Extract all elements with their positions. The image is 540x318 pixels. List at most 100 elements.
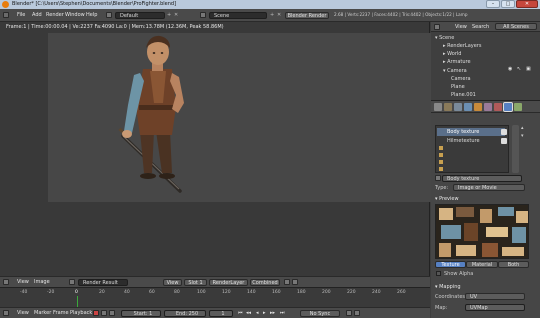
menu-playback[interactable]: Playback: [70, 310, 92, 316]
image-name-field[interactable]: Render Result: [78, 279, 128, 286]
keyframe-insert-icon[interactable]: [354, 310, 360, 316]
selectability-arrow-icon[interactable]: ↖: [517, 66, 521, 72]
timeline-area[interactable]: -40 -20 0 20 40 60 80 100 120 140 160 18…: [0, 287, 430, 308]
menu-marker[interactable]: Marker: [34, 310, 51, 316]
editor-type-icon[interactable]: [3, 279, 9, 285]
render-camera-icon[interactable]: ▣: [526, 66, 531, 72]
texture-slot-selected[interactable]: Body texture: [437, 128, 505, 136]
pin-icon[interactable]: [292, 279, 298, 285]
image-editor-viewport[interactable]: Frame:1 | Time:00:00.04 | Ve:2237 Fa:409…: [0, 22, 432, 276]
menu-help[interactable]: Help: [86, 12, 97, 18]
close-button[interactable]: ✕: [516, 0, 538, 8]
preview-panel-header[interactable]: ▾ Preview: [435, 196, 459, 202]
material-tab-icon[interactable]: [494, 103, 502, 111]
menu-window[interactable]: Window: [65, 12, 85, 18]
editor-type-icon[interactable]: [3, 12, 9, 18]
render-layers-tab-icon[interactable]: [444, 103, 452, 111]
outliner-row[interactable]: ▸ Armature: [443, 58, 471, 66]
texture-name-field[interactable]: Body texture: [442, 175, 522, 182]
modifiers-tab-icon[interactable]: [484, 103, 492, 111]
outliner-row[interactable]: ▾ Camera: [443, 67, 467, 75]
menu-view[interactable]: View: [17, 310, 29, 316]
render-pass-select[interactable]: Combined: [250, 279, 280, 286]
outliner-row[interactable]: Plane: [451, 83, 465, 91]
info-header: File Add Render Window Help Default + ✕ …: [0, 9, 540, 22]
texture-browse-icon[interactable]: [435, 175, 441, 181]
preview-tab-both[interactable]: Both: [498, 261, 529, 268]
outliner-row[interactable]: Camera: [451, 75, 471, 83]
layout-close-icon[interactable]: ✕: [174, 12, 178, 18]
menu-frame[interactable]: Frame: [53, 310, 69, 316]
scene-tab-icon[interactable]: [454, 103, 462, 111]
menu-file[interactable]: File: [17, 12, 25, 18]
display-channels-icon[interactable]: [284, 279, 290, 285]
outliner-menu-search[interactable]: Search: [472, 24, 489, 30]
record-icon[interactable]: [93, 310, 99, 316]
outliner-row[interactable]: ▸ RenderLayers: [443, 42, 481, 50]
render-tab-icon[interactable]: [434, 103, 442, 111]
menu-view[interactable]: View: [17, 279, 29, 285]
coordinates-select[interactable]: UV: [465, 293, 525, 300]
texture-slot-scrollbar[interactable]: [512, 125, 519, 173]
next-key-icon[interactable]: ▸▸: [270, 310, 275, 316]
outliner-menu-view[interactable]: View: [455, 24, 467, 30]
screen-layout-icon[interactable]: [106, 12, 112, 18]
end-frame-field[interactable]: End: 250: [164, 310, 206, 317]
render-layer-select[interactable]: RenderLayer: [209, 279, 248, 286]
outliner-row[interactable]: ▾ Scene: [435, 34, 454, 42]
empty-slot-icon[interactable]: [439, 146, 443, 150]
slot-enable-checkbox[interactable]: [501, 138, 507, 144]
texture-type-select[interactable]: Image or Movie: [453, 184, 525, 191]
editor-type-icon[interactable]: [434, 24, 440, 30]
uv-map-field[interactable]: UVMap: [465, 304, 525, 311]
render-engine-select[interactable]: Blender Render: [285, 12, 329, 19]
maximize-button[interactable]: □: [501, 0, 515, 8]
keyframe-filter-icon[interactable]: [346, 310, 352, 316]
empty-slot-icon[interactable]: [439, 167, 443, 171]
object-tab-icon[interactable]: [474, 103, 482, 111]
menu-add[interactable]: Add: [32, 12, 42, 18]
keying-set-icon[interactable]: [101, 310, 107, 316]
screen-layout-field[interactable]: Default: [115, 12, 165, 19]
world-tab-icon[interactable]: [464, 103, 472, 111]
view-select[interactable]: View: [163, 279, 182, 286]
layout-add-icon[interactable]: +: [167, 12, 171, 18]
empty-slot-icon[interactable]: [439, 153, 443, 157]
mapping-panel-header[interactable]: ▾ Mapping: [435, 284, 461, 290]
outliner-row[interactable]: Plane.001: [451, 91, 476, 99]
scene-add-icon[interactable]: +: [270, 12, 274, 18]
scene-field[interactable]: Scene: [209, 12, 267, 19]
menu-render[interactable]: Render: [46, 12, 64, 18]
outliner-header: View Search All Scenes: [431, 22, 540, 32]
render-result-canvas[interactable]: [48, 33, 432, 202]
physics-tab-icon[interactable]: [514, 103, 522, 111]
texture-tab-icon[interactable]: [503, 102, 513, 112]
outliner-row[interactable]: ▸ World: [443, 50, 461, 58]
current-frame-field[interactable]: 1: [209, 310, 233, 317]
jump-end-icon[interactable]: ⏭: [280, 310, 285, 316]
prev-key-icon[interactable]: ◂◂: [246, 310, 251, 316]
play-reverse-icon[interactable]: ◂: [256, 310, 259, 316]
slot-move-up-icon[interactable]: ▴: [521, 125, 524, 131]
start-frame-field[interactable]: Start: 1: [121, 310, 161, 317]
preview-tab-texture[interactable]: Texture: [435, 261, 466, 268]
timeline-header: View Marker Frame Playback Start: 1 End:…: [0, 307, 430, 318]
minimize-button[interactable]: –: [486, 0, 500, 8]
texture-slot[interactable]: Hilmetexture: [437, 137, 505, 145]
visibility-eye-icon[interactable]: ◉: [508, 66, 512, 72]
jump-start-icon[interactable]: ⏮: [238, 310, 243, 316]
sync-select[interactable]: No Sync: [300, 310, 340, 317]
slot-enable-checkbox[interactable]: [501, 129, 507, 135]
slot-select[interactable]: Slot 1: [184, 279, 207, 286]
slot-move-down-icon[interactable]: ▾: [521, 133, 524, 139]
empty-slot-icon[interactable]: [439, 160, 443, 164]
preview-range-icon[interactable]: [109, 310, 115, 316]
menu-image[interactable]: Image: [34, 279, 50, 285]
play-icon[interactable]: ▸: [263, 310, 266, 316]
image-browse-icon[interactable]: [69, 279, 75, 285]
preview-tab-material[interactable]: Material: [466, 261, 498, 268]
scene-close-icon[interactable]: ✕: [277, 12, 281, 18]
editor-type-icon[interactable]: [3, 310, 9, 316]
show-alpha-checkbox[interactable]: [436, 271, 441, 276]
outliner-filter-select[interactable]: All Scenes: [495, 23, 537, 30]
